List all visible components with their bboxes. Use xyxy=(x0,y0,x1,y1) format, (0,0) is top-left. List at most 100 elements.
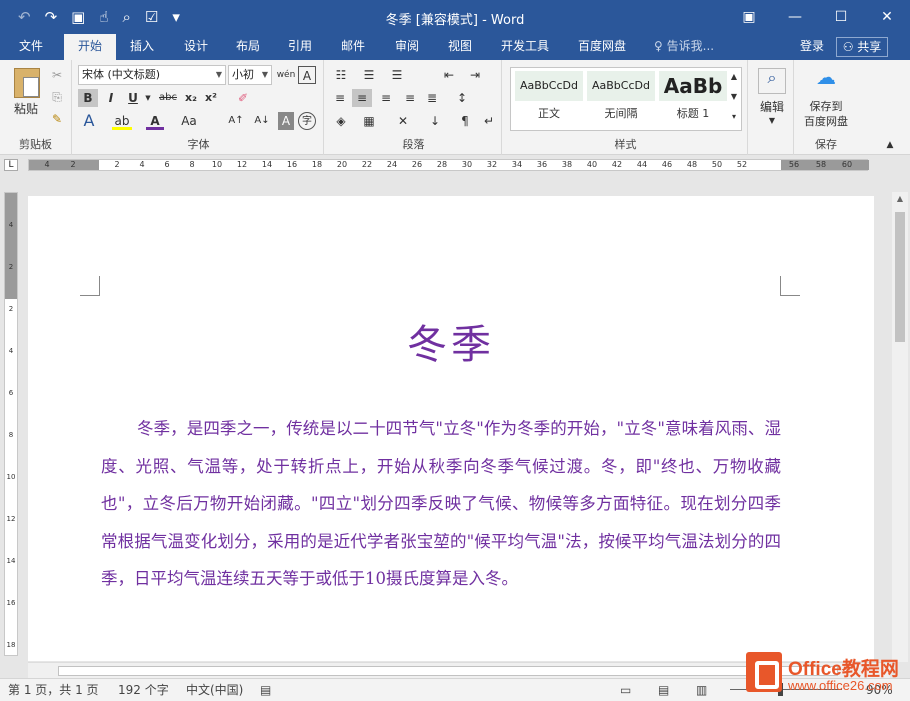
tab-mailings[interactable]: 邮件 xyxy=(331,34,375,60)
paragraph-mark-icon[interactable]: ↵ xyxy=(480,112,498,130)
change-case-icon[interactable]: Aa xyxy=(178,112,200,130)
align-right-icon[interactable]: ≡ xyxy=(376,89,396,107)
crop-mark-top-right xyxy=(780,276,800,296)
paste-button-label[interactable]: 粘贴 xyxy=(8,100,44,118)
group-paragraph: ☷ ☰ ☰ ⇤ ⇥ ≡ ≡ ≡ ≡ ≣ ↕ ◈ ▦ ✕ ↓ ¶ ↵ 段落 xyxy=(326,60,502,155)
borders-icon[interactable]: ▦ xyxy=(358,112,380,130)
pinyin-guide-icon[interactable]: wén xyxy=(276,66,296,84)
ribbon-display-options-icon[interactable]: ▣ xyxy=(726,0,772,34)
macro-record-icon[interactable]: ▤ xyxy=(260,683,271,697)
line-spacing-icon[interactable]: ↕ xyxy=(450,89,474,107)
align-center-icon[interactable]: ≡ xyxy=(352,89,372,107)
tab-design[interactable]: 设计 xyxy=(174,34,218,60)
tab-baidu-netdisk[interactable]: 百度网盘 xyxy=(570,34,634,60)
copy-icon[interactable]: ⎘ xyxy=(48,88,66,106)
format-painter-icon[interactable]: ✎ xyxy=(48,110,66,128)
tab-view[interactable]: 视图 xyxy=(438,34,482,60)
web-layout-icon[interactable]: ▥ xyxy=(696,683,707,697)
word-count[interactable]: 192 个字 xyxy=(118,683,169,697)
font-color-icon[interactable]: A xyxy=(146,112,164,130)
style-normal[interactable]: AaBbCcDd 正文 xyxy=(515,71,583,127)
tab-review[interactable]: 审阅 xyxy=(385,34,429,60)
multilevel-list-icon[interactable]: ☰ xyxy=(386,66,408,84)
save-group-label: 保存 xyxy=(815,138,837,151)
justify-icon[interactable]: ≡ xyxy=(400,89,420,107)
share-button[interactable]: ⚇ 共享 xyxy=(836,37,888,57)
strikethrough-button[interactable]: abc xyxy=(156,89,180,107)
print-layout-icon[interactable]: ▤ xyxy=(658,683,669,697)
align-left-icon[interactable]: ≡ xyxy=(330,89,350,107)
clear-formatting-icon[interactable]: ✐ xyxy=(234,89,252,107)
tell-me-box[interactable]: ♀ 告诉我... xyxy=(654,34,714,59)
ruler-number: 6 xyxy=(164,160,170,169)
style-name: 标题 1 xyxy=(676,107,710,120)
italic-button[interactable]: I xyxy=(102,89,120,107)
style-name: 无间隔 xyxy=(604,107,638,120)
bullets-icon[interactable]: ☷ xyxy=(330,66,352,84)
font-name-select[interactable]: 宋体 (中文标题) ▼ xyxy=(78,65,226,85)
char-shading-icon[interactable]: A xyxy=(278,112,294,130)
sort-icon[interactable]: ↓ xyxy=(424,112,446,130)
login-link[interactable]: 登录 xyxy=(800,34,824,59)
document-paragraph[interactable]: 冬季，是四季之一，传统是以二十四节气"立冬"作为冬季的开始，"立冬"意味着风雨、… xyxy=(101,410,781,598)
style-no-spacing[interactable]: AaBbCcDd 无间隔 xyxy=(587,71,655,127)
horizontal-scroll-thumb[interactable] xyxy=(58,666,838,676)
document-heading[interactable]: 冬季 xyxy=(28,312,874,370)
ruler-track[interactable]: 4 2 2 4 6 8 10 12 14 16 18 20 22 24 26 28 30 32 34 36 38 40 42… xyxy=(28,159,869,171)
ruler-number: 26 xyxy=(411,160,423,169)
tab-selector[interactable]: L xyxy=(4,159,18,171)
bold-button[interactable]: B xyxy=(78,89,98,107)
vertical-scrollbar[interactable]: ▲ xyxy=(892,192,908,662)
language-indicator[interactable]: 中文(中国) xyxy=(186,683,243,697)
page-count[interactable]: 第 1 页，共 1 页 xyxy=(8,683,99,697)
styles-scroll-down-icon[interactable]: ▼ xyxy=(727,88,741,106)
collapse-ribbon-icon[interactable]: ▲ xyxy=(882,136,898,154)
tab-file[interactable]: 文件 xyxy=(8,34,54,60)
font-size-select[interactable]: 小初 ▼ xyxy=(228,65,272,85)
find-icon[interactable]: ⌕ xyxy=(758,68,786,94)
style-name: 正文 xyxy=(538,107,560,120)
styles-scroll-up-icon[interactable]: ▲ xyxy=(727,68,741,86)
maximize-icon[interactable]: ☐ xyxy=(818,0,864,34)
ruler-number: 10 xyxy=(211,160,223,169)
tab-home[interactable]: 开始 xyxy=(64,34,116,60)
close-icon[interactable]: ✕ xyxy=(864,0,910,34)
baidu-cloud-icon[interactable]: ☁ xyxy=(812,67,840,94)
read-mode-icon[interactable]: ▭ xyxy=(620,683,631,697)
chevron-down-icon[interactable]: ▼ xyxy=(750,112,794,130)
minimize-icon[interactable]: — xyxy=(772,0,818,34)
text-effects-icon[interactable]: A xyxy=(80,112,98,130)
distributed-icon[interactable]: ≣ xyxy=(422,89,442,107)
enclose-characters-icon[interactable]: 字 xyxy=(298,112,316,130)
styles-more-icon[interactable]: ▾ xyxy=(727,108,741,126)
save-to-baidu-line2[interactable]: 百度网盘 xyxy=(796,113,856,131)
vertical-scroll-thumb[interactable] xyxy=(895,212,905,342)
increase-indent-icon[interactable]: ⇥ xyxy=(464,66,486,84)
show-marks-icon[interactable]: ¶ xyxy=(454,112,476,130)
highlight-color-icon[interactable]: ab xyxy=(112,112,132,130)
paragraph-group-label: 段落 xyxy=(402,138,425,151)
lightbulb-icon: ♀ xyxy=(654,39,663,53)
subscript-button[interactable]: x₂ xyxy=(182,89,200,107)
paste-icon[interactable] xyxy=(14,68,40,98)
char-border-icon[interactable]: A xyxy=(298,66,316,84)
tab-layout[interactable]: 布局 xyxy=(226,34,270,60)
chevron-down-icon[interactable]: ▼ xyxy=(144,89,152,107)
tab-developer[interactable]: 开发工具 xyxy=(492,34,558,60)
shading-icon[interactable]: ◈ xyxy=(330,112,352,130)
decrease-indent-icon[interactable]: ⇤ xyxy=(438,66,460,84)
numbering-icon[interactable]: ☰ xyxy=(358,66,380,84)
tab-references[interactable]: 引用 xyxy=(278,34,322,60)
scroll-up-icon[interactable]: ▲ xyxy=(892,194,908,203)
style-heading-1[interactable]: AaBb 标题 1 xyxy=(659,71,727,127)
superscript-button[interactable]: x² xyxy=(202,89,220,107)
document-page[interactable]: 冬季 冬季，是四季之一，传统是以二十四节气"立冬"作为冬季的开始，"立冬"意味着… xyxy=(28,196,874,661)
tab-insert[interactable]: 插入 xyxy=(120,34,164,60)
group-clipboard: 粘贴 ✂ ⎘ ✎ 剪贴板 xyxy=(0,60,72,155)
underline-button[interactable]: U xyxy=(124,89,142,107)
cut-icon[interactable]: ✂ xyxy=(48,66,66,84)
ruler-number: 4 xyxy=(139,160,145,169)
chinese-layout-icon[interactable]: ✕ xyxy=(392,112,414,130)
shrink-font-icon[interactable]: A↓ xyxy=(250,112,274,130)
grow-font-icon[interactable]: A↑ xyxy=(224,112,248,130)
